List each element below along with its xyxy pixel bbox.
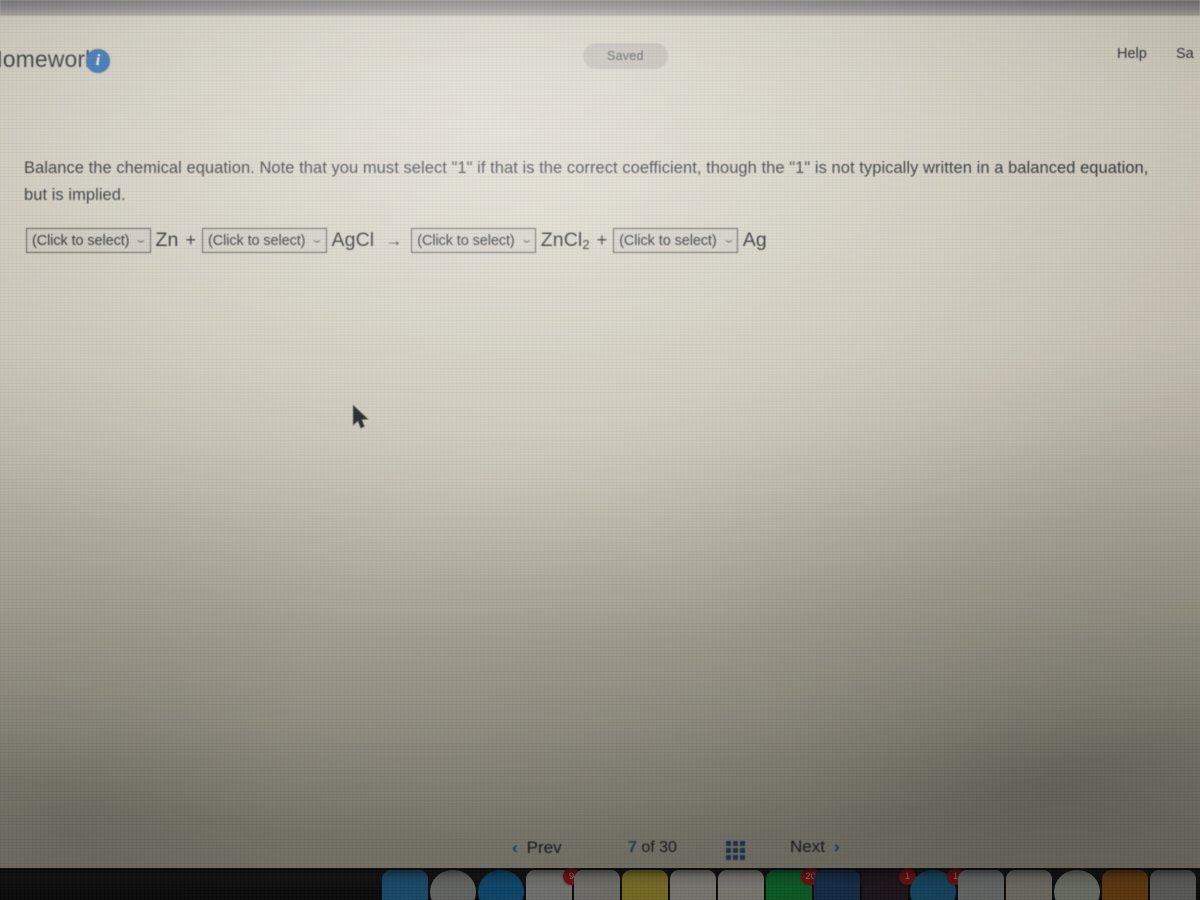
- info-icon[interactable]: i: [86, 49, 110, 73]
- dock-icon-mail[interactable]: 9: [526, 868, 580, 900]
- dock-icon-safari[interactable]: [478, 870, 524, 900]
- dock-icon-notes[interactable]: [622, 870, 668, 900]
- dock-icon-slack[interactable]: 1: [862, 868, 916, 900]
- dock-icon-reminders[interactable]: [670, 870, 716, 900]
- dock-icon-row: 9 20 1 1: [0, 868, 1200, 900]
- coefficient-select-reactant-1[interactable]: (Click to select) ⌄: [26, 228, 151, 253]
- coefficient-select-product-1-label: (Click to select): [417, 232, 515, 249]
- dock-icon-photos[interactable]: [1006, 870, 1052, 900]
- chevron-down-icon: ⌄: [721, 235, 735, 245]
- coefficient-select-product-2[interactable]: (Click to select) ⌄: [613, 228, 738, 253]
- dock-icon-preview[interactable]: [958, 870, 1004, 900]
- formula-zncl2: ZnCl2: [541, 229, 590, 252]
- total-page-number: 30: [659, 839, 677, 856]
- dock-icon-settings[interactable]: [1102, 870, 1148, 900]
- question-navigation: ‹ Prev 7 of 30 Next ›: [0, 826, 1200, 874]
- dock-icon-spotify[interactable]: 20: [766, 868, 820, 900]
- coefficient-select-product-1[interactable]: (Click to select) ⌄: [411, 228, 536, 253]
- question-prompt: Balance the chemical equation. Note that…: [24, 159, 1149, 204]
- chevron-down-icon: ⌄: [519, 235, 533, 245]
- os-dock[interactable]: 9 20 1 1: [0, 868, 1200, 900]
- coefficient-select-product-2-label: (Click to select): [619, 232, 717, 249]
- coefficient-select-reactant-1-label: (Click to select): [32, 232, 130, 249]
- of-label: of: [641, 839, 655, 856]
- next-button[interactable]: Next ›: [790, 837, 840, 857]
- plus-sign-products: +: [596, 230, 608, 250]
- photographed-screen: Homework i Saved Help Sa Balance the che…: [0, 0, 1200, 900]
- help-link[interactable]: Help: [1117, 46, 1147, 62]
- mouse-pointer-icon: [352, 404, 370, 436]
- dock-icon-calendar[interactable]: [718, 870, 764, 900]
- status-badge: Saved: [583, 43, 668, 69]
- formula-ag: Ag: [742, 229, 767, 251]
- dock-icon-app-store[interactable]: [1054, 870, 1100, 900]
- grid-menu-icon[interactable]: [726, 841, 745, 860]
- chevron-down-icon: ⌄: [310, 235, 324, 245]
- reaction-arrow-icon: →: [385, 230, 403, 250]
- formula-zncl2-base: ZnCl: [540, 229, 583, 251]
- chevron-down-icon: ⌄: [134, 235, 148, 245]
- screen-bezel-top: [0, 0, 1200, 16]
- dock-icon-messages[interactable]: [574, 870, 620, 900]
- save-and-exit-link[interactable]: Sa: [1176, 46, 1194, 62]
- chevron-right-icon: ›: [833, 837, 840, 856]
- page-counter: 7 of 30: [628, 839, 677, 857]
- formula-agcl: AgCl: [331, 229, 375, 251]
- current-page-number: 7: [628, 839, 637, 856]
- page-title: Homework: [0, 46, 97, 72]
- page-header: Homework i Saved Help Sa: [0, 16, 1200, 73]
- next-button-label: Next: [790, 837, 825, 856]
- dock-icon-excel[interactable]: 1: [910, 868, 964, 900]
- plus-sign-reactants: +: [185, 230, 197, 250]
- chevron-left-icon: ‹: [512, 838, 518, 857]
- formula-zn: Zn: [155, 229, 179, 251]
- dock-icon-trash[interactable]: [1150, 870, 1196, 900]
- formula-zncl2-subscript: 2: [582, 237, 590, 252]
- coefficient-select-reactant-2-label: (Click to select): [208, 232, 306, 249]
- prev-button-label: Prev: [526, 838, 562, 857]
- prev-button[interactable]: ‹ Prev: [512, 838, 562, 858]
- coefficient-select-reactant-2[interactable]: (Click to select) ⌄: [202, 228, 327, 253]
- chemical-equation: (Click to select) ⌄ Zn + (Click to selec…: [26, 228, 772, 253]
- dock-icon-finder[interactable]: [382, 870, 428, 900]
- dock-icon-launchpad[interactable]: [430, 870, 476, 900]
- dock-icon-word[interactable]: [814, 870, 860, 900]
